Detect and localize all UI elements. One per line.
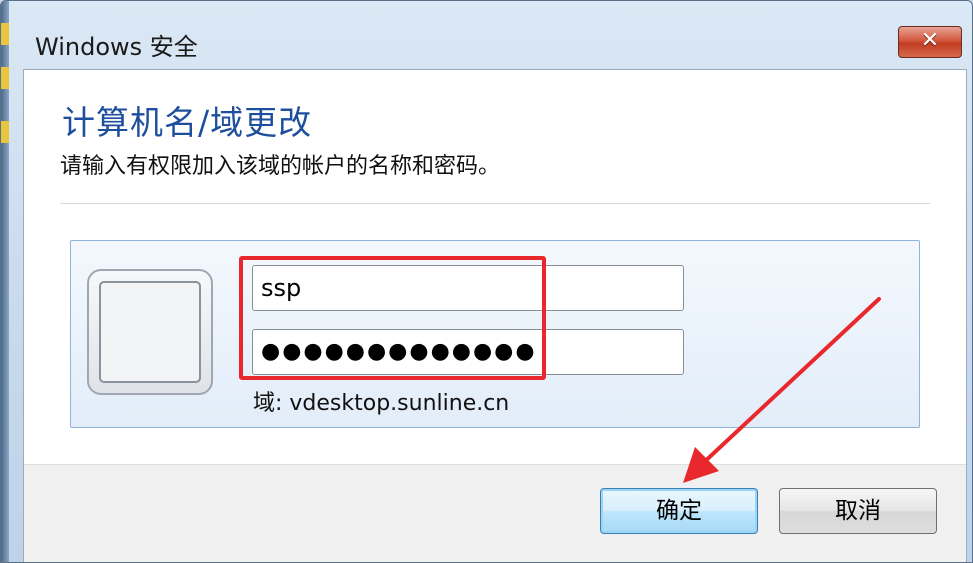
windows-security-dialog: Windows 安全 ✕ 计算机名/域更改 请输入有权限加入该域的帐户的名称和密… [0, 0, 973, 563]
ok-button[interactable]: 确定 [600, 488, 758, 534]
dialog-instruction: 请输入有权限加入该域的帐户的名称和密码。 [60, 154, 501, 179]
credential-tile: ssp ●●●●●●●●●●●●● 域: vdesktop.sunline.cn [70, 240, 920, 428]
user-avatar [87, 269, 213, 395]
button-bar: 确定 取消 [24, 464, 966, 562]
background-icon-marker [1, 121, 9, 143]
dialog-content: 计算机名/域更改 请输入有权限加入该域的帐户的名称和密码。 ssp ●●●●●●… [23, 69, 967, 562]
title-bar[interactable]: Windows 安全 ✕ [9, 1, 972, 69]
divider [60, 203, 930, 204]
cancel-button[interactable]: 取消 [779, 488, 937, 534]
domain-label: 域: vdesktop.sunline.cn [253, 391, 510, 416]
close-button[interactable]: ✕ [898, 26, 962, 58]
username-input[interactable]: ssp [252, 265, 684, 311]
window-title: Windows 安全 [35, 33, 198, 61]
avatar-placeholder-icon [99, 281, 201, 383]
background-window-edge [1, 1, 9, 562]
password-input[interactable]: ●●●●●●●●●●●●● [252, 329, 684, 375]
close-icon: ✕ [920, 28, 940, 53]
background-icon-marker [1, 23, 9, 45]
background-icon-marker [1, 67, 9, 89]
dialog-heading: 计算机名/域更改 [62, 103, 313, 142]
